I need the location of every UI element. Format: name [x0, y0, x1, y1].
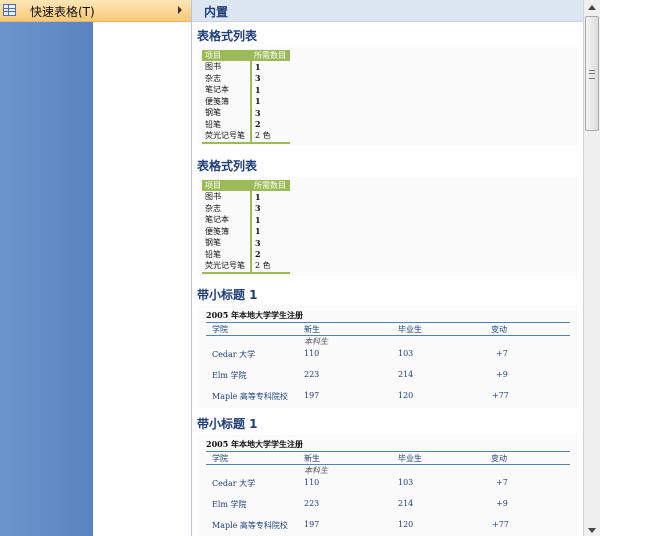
- preview-header-cell: 变动: [491, 325, 507, 334]
- preview-caption: 2005 年本地大学学生注册: [206, 439, 304, 449]
- chevron-right-icon: [178, 6, 182, 14]
- preview-cell: 图书: [205, 62, 221, 72]
- preview-cell: +9: [496, 499, 508, 508]
- table-icon: [3, 4, 16, 16]
- gallery-item-title: 表格式列表: [197, 159, 258, 173]
- preview-header-cell: 学院: [212, 325, 228, 334]
- preview-cell: 3: [250, 72, 290, 84]
- preview-cell: 3: [250, 202, 290, 214]
- quick-tables-label: 快速表格(T): [30, 5, 95, 19]
- gallery-item-title: 带小标题 1: [197, 288, 258, 302]
- preview-subheader: 本科生: [304, 466, 328, 475]
- gallery-header-label: 内置: [204, 5, 229, 19]
- preview-cell: +7: [496, 478, 508, 487]
- preview-cell: 120: [398, 520, 414, 529]
- preview-header-cell: 毕业生: [398, 325, 422, 334]
- preview-cell: +77: [492, 520, 509, 529]
- preview-cell: +7: [496, 349, 508, 358]
- left-panel-background: [0, 22, 93, 536]
- preview-cell: 图书: [205, 192, 221, 202]
- preview-cell: 杂志: [205, 73, 221, 83]
- gallery-item-title: 带小标题 1: [197, 417, 258, 431]
- preview-cell: Maple 高等专科院校: [212, 392, 288, 401]
- gallery-item-title: 表格式列表: [197, 29, 258, 43]
- preview-cell: 1: [250, 214, 290, 226]
- preview-cell: 223: [304, 370, 320, 379]
- preview-cell: 1: [250, 191, 290, 203]
- preview-table: 项目 所需数目 图书 1 杂志 3 笔记本 1 便笺簿 1 钢笔 3 铅笔 2 荧光记号笔 2…: [202, 180, 290, 274]
- preview-header-cell: 项目: [202, 180, 251, 191]
- preview-cell: 120: [398, 391, 414, 400]
- preview-cell: 214: [398, 499, 414, 508]
- gallery-item-tabular-list-2[interactable]: 项目 所需数目 图书 1 杂志 3 笔记本 1 便笺簿 1 钢笔 3 铅笔 2 荧光记号笔 2…: [198, 177, 577, 276]
- preview-header-cell: 新生: [304, 454, 320, 463]
- preview-header-cell: 毕业生: [398, 454, 422, 463]
- preview-header-cell: 项目: [202, 50, 251, 61]
- preview-cell: 110: [304, 349, 320, 358]
- preview-header-cell: 所需数目: [251, 180, 290, 191]
- preview-cell: 3: [250, 107, 290, 119]
- preview-cell: 钢笔: [205, 108, 221, 118]
- preview-cell: 2: [250, 118, 290, 130]
- quick-tables-menu-item[interactable]: 快速表格(T): [0, 0, 191, 22]
- preview-cell: +9: [496, 370, 508, 379]
- preview-cell: 钢笔: [205, 238, 221, 248]
- quick-tables-gallery: 内置 表格式列表 项目 所需数目 图书 1 杂志 3 笔记本 1 便笺簿 1 钢笔 3 铅…: [191, 0, 584, 536]
- preview-caption: 2005 年本地大学学生注册: [206, 310, 304, 320]
- preview-header-cell: 新生: [304, 325, 320, 334]
- scroll-up-arrow-icon[interactable]: [588, 5, 596, 10]
- preview-cell: 荧光记号笔: [202, 130, 251, 144]
- preview-rule: [206, 451, 570, 452]
- scroll-thumb[interactable]: [585, 16, 599, 131]
- preview-rule: [206, 464, 570, 465]
- preview-cell: Maple 高等专科院校: [212, 521, 288, 530]
- preview-cell: 2 色: [250, 260, 290, 274]
- gallery-scrollbar[interactable]: [583, 0, 600, 536]
- preview-rule: [206, 335, 570, 336]
- preview-header-cell: 变动: [491, 454, 507, 463]
- preview-cell: 铅笔: [205, 119, 221, 129]
- preview-cell: Cedar 大学: [212, 479, 256, 488]
- preview-cell: 197: [304, 520, 320, 529]
- grip-icon: [589, 70, 595, 79]
- preview-cell: 荧光记号笔: [202, 260, 251, 274]
- gallery-item-tabular-list-1[interactable]: 项目 所需数目 图书 1 杂志 3 笔记本 1 便笺簿 1 钢笔 3 铅笔 2 荧光记号笔 2…: [198, 47, 577, 146]
- preview-cell: 197: [304, 391, 320, 400]
- preview-rule: [206, 322, 570, 323]
- scroll-down-arrow-icon[interactable]: [588, 528, 596, 533]
- preview-cell: 1: [250, 61, 290, 73]
- preview-cell: 1: [250, 84, 290, 96]
- preview-cell: 3: [250, 237, 290, 249]
- preview-cell: 笔记本: [205, 85, 229, 95]
- preview-cell: 110: [304, 478, 320, 487]
- preview-cell: 223: [304, 499, 320, 508]
- preview-cell: 便笺簿: [205, 96, 229, 106]
- preview-cell: 便笺簿: [205, 226, 229, 236]
- gallery-header: 内置: [192, 0, 584, 22]
- preview-cell: 103: [398, 478, 414, 487]
- preview-cell: 铅笔: [205, 249, 221, 259]
- preview-cell: 1: [250, 95, 290, 107]
- preview-header-cell: 学院: [212, 454, 228, 463]
- preview-cell: Elm 学院: [212, 500, 247, 509]
- preview-cell: 1: [250, 225, 290, 237]
- preview-cell: Elm 学院: [212, 371, 247, 380]
- preview-cell: 笔记本: [205, 215, 229, 225]
- preview-cell: +77: [492, 391, 509, 400]
- document-area: [93, 22, 190, 536]
- preview-cell: 103: [398, 349, 414, 358]
- gallery-item-with-subheads-1[interactable]: 2005 年本地大学学生注册 学院 新生 毕业生 变动 本科生 Cedar 大学…: [198, 306, 577, 408]
- preview-cell: 杂志: [205, 203, 221, 213]
- preview-table: 项目 所需数目 图书 1 杂志 3 笔记本 1 便笺簿 1 钢笔 3 铅笔 2 荧光记号笔 2…: [202, 50, 290, 144]
- preview-cell: 214: [398, 370, 414, 379]
- preview-cell: 2: [250, 248, 290, 260]
- gallery-item-with-subheads-2[interactable]: 2005 年本地大学学生注册 学院 新生 毕业生 变动 本科生 Cedar 大学…: [198, 435, 577, 536]
- preview-cell: 2 色: [250, 130, 290, 144]
- preview-cell: Cedar 大学: [212, 350, 256, 359]
- preview-subheader: 本科生: [304, 337, 328, 346]
- preview-header-cell: 所需数目: [251, 50, 290, 61]
